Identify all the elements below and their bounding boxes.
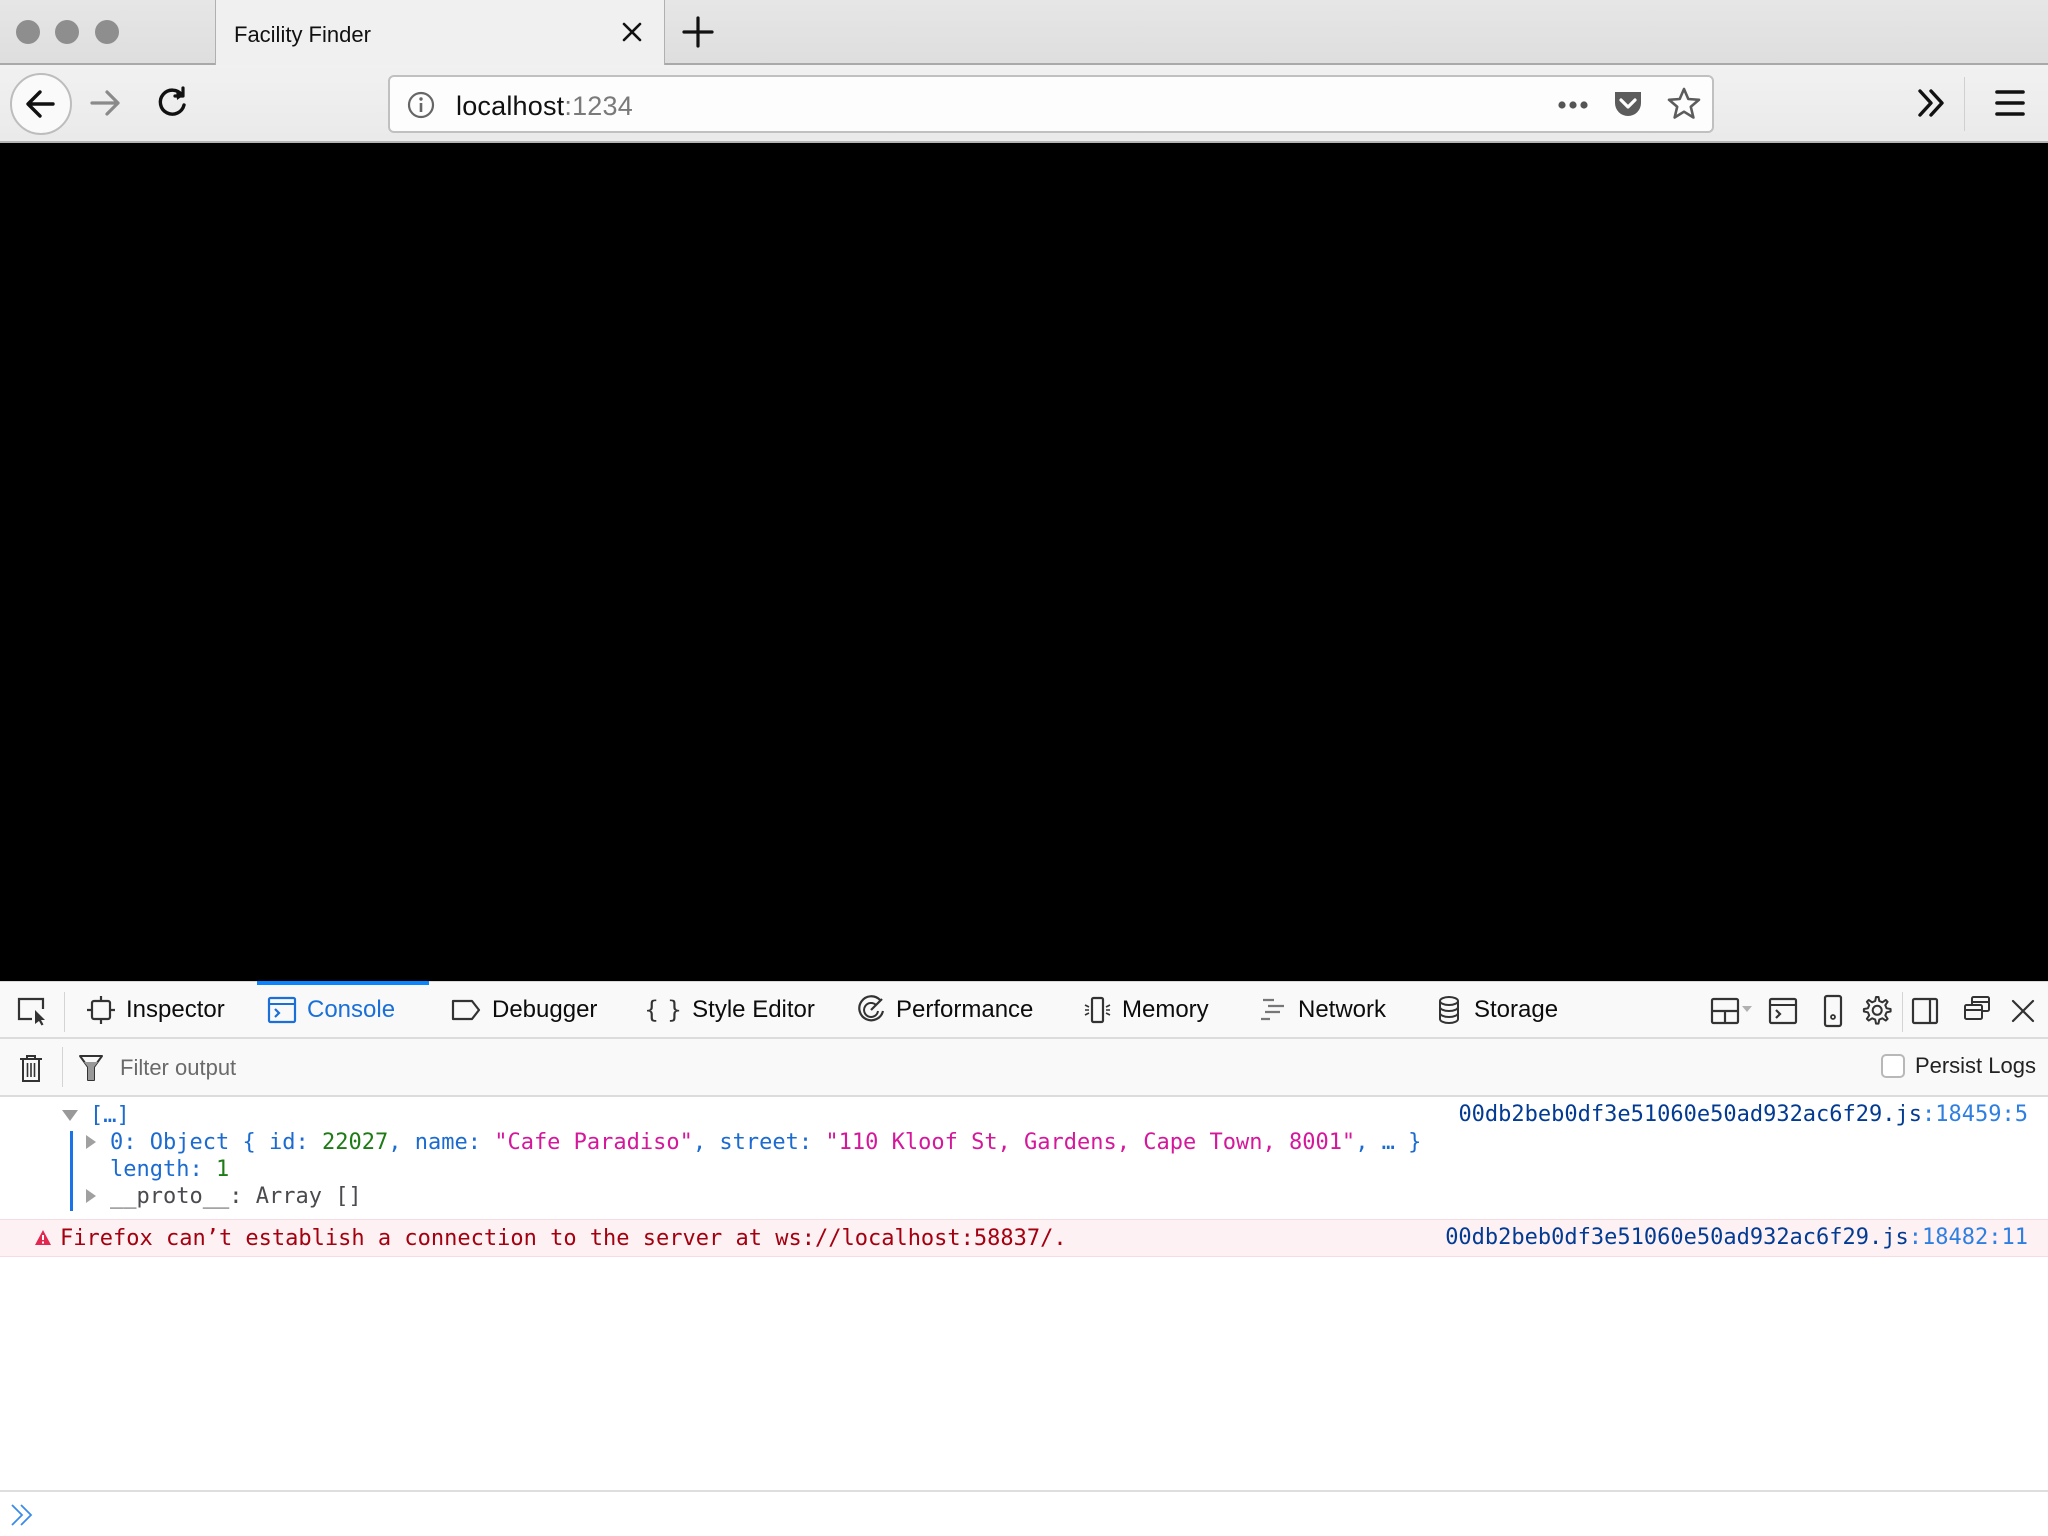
persist-logs-label: Persist Logs [1914, 1053, 2036, 1078]
inspector-icon [87, 996, 115, 1024]
page-actions-icon[interactable] [1556, 92, 1590, 123]
warning-triangle-icon [34, 1228, 52, 1253]
window-close-button[interactable] [16, 20, 40, 44]
tab-strip: Facility Finder [0, 0, 2048, 66]
tab-label: Inspector [126, 996, 225, 1023]
debugger-icon [451, 999, 481, 1021]
toolbar-separator [64, 992, 65, 1032]
tree-indent-guide [70, 1131, 73, 1211]
tab-label: Console [307, 996, 396, 1023]
dock-side-icon[interactable] [1910, 996, 1940, 1031]
persist-logs-toggle[interactable]: Persist Logs [1880, 1053, 2036, 1079]
page-content [0, 143, 2048, 981]
devtools-toolbar: Inspector Console Debugger { } Style Edi… [0, 981, 2048, 1039]
url-text[interactable]: localhost:1234 [456, 91, 633, 122]
pocket-icon[interactable] [1612, 88, 1644, 125]
tab-console[interactable]: Console [257, 981, 429, 1038]
array-length: length: 1 [110, 1157, 230, 1182]
source-link[interactable]: 00db2beb0df3e51060e50ad932ac6f29.js:1848… [1445, 1225, 2028, 1250]
separate-window-icon[interactable] [1962, 994, 1992, 1029]
network-icon [1261, 998, 1284, 1021]
settings-gear-icon[interactable] [1860, 994, 1892, 1031]
memory-icon [1084, 996, 1111, 1024]
toolbar-separator [62, 1047, 63, 1087]
array-summary[interactable]: […] [90, 1102, 130, 1129]
expand-toggle-icon[interactable] [86, 1135, 96, 1149]
storage-icon [1439, 996, 1459, 1024]
source-file: 00db2beb0df3e51060e50ad932ac6f29.js [1458, 1102, 1923, 1127]
source-link[interactable]: 00db2beb0df3e51060e50ad932ac6f29.js:1845… [1458, 1102, 2028, 1127]
clear-console-trash-icon[interactable] [18, 1053, 44, 1088]
arrow-right-icon [90, 90, 120, 116]
overflow-chevron-icon[interactable] [1916, 85, 1948, 126]
source-line: :18459:5 [1922, 1102, 2028, 1127]
tab-inspector[interactable]: Inspector [76, 982, 235, 1038]
window-minimize-button[interactable] [55, 20, 79, 44]
tab-title: Facility Finder [234, 22, 371, 47]
window-zoom-button[interactable] [95, 20, 119, 44]
responsive-design-mode-icon[interactable] [1822, 994, 1844, 1033]
tab-network[interactable]: Network [1248, 982, 1396, 1038]
split-console-layout-icon[interactable] [1710, 996, 1758, 1031]
new-tab-icon[interactable] [680, 14, 716, 50]
braces-icon: { } [644, 996, 683, 1024]
url-bar[interactable]: localhost:1234 [388, 75, 1714, 133]
tab-style-editor[interactable]: { } Style Editor [634, 982, 825, 1038]
tab-memory[interactable]: Memory [1072, 982, 1219, 1038]
source-line: :18482:11 [1908, 1225, 2028, 1250]
arrow-left-icon [26, 90, 55, 118]
split-console-icon[interactable] [1768, 996, 1798, 1031]
tab-performance[interactable]: Performance [846, 982, 1043, 1038]
element-picker-icon[interactable] [16, 996, 48, 1031]
persist-logs-checkbox[interactable] [1880, 1054, 1905, 1078]
url-host: localhost [456, 91, 565, 121]
console-output: […] 00db2beb0df3e51060e50ad932ac6f29.js:… [0, 1097, 2048, 1490]
console-filter-bar: Persist Logs [0, 1039, 2048, 1097]
prompt-chevron-icon [10, 1502, 36, 1533]
error-message: Firefox can’t establish a connection to … [60, 1226, 1067, 1251]
filter-funnel-icon [78, 1053, 104, 1088]
browser-tab[interactable]: Facility Finder [215, 0, 665, 66]
array-entry-0[interactable]: 0: Object { id: 22027, name: "Cafe Parad… [110, 1129, 1421, 1156]
toolbar-separator [1902, 992, 1903, 1032]
navigation-bar: localhost:1234 [0, 65, 2048, 143]
array-proto[interactable]: __proto__: Array [] [110, 1183, 362, 1210]
url-port: :1234 [564, 91, 633, 121]
tab-label: Storage [1474, 996, 1559, 1023]
console-icon [267, 996, 297, 1024]
back-button[interactable] [10, 73, 72, 135]
tab-label: Style Editor [692, 996, 815, 1023]
tab-label: Memory [1122, 996, 1209, 1023]
tab-label: Network [1298, 996, 1387, 1023]
reload-button[interactable] [152, 83, 192, 128]
forward-button[interactable] [86, 83, 126, 128]
performance-icon [858, 995, 885, 1022]
console-input-row [0, 1490, 2048, 1536]
console-message-error: Firefox can’t establish a connection to … [0, 1219, 2048, 1257]
expand-toggle-icon[interactable] [62, 1110, 78, 1121]
reload-icon [158, 86, 186, 116]
filter-output-input[interactable] [120, 1051, 1320, 1085]
tab-label: Performance [896, 996, 1034, 1023]
tab-storage[interactable]: Storage [1424, 982, 1568, 1038]
expand-toggle-icon[interactable] [86, 1189, 96, 1203]
bookmark-star-icon[interactable] [1666, 86, 1702, 127]
tab-debugger[interactable]: Debugger [440, 982, 607, 1038]
menu-hamburger-icon[interactable] [1994, 87, 2026, 124]
console-input[interactable] [50, 1498, 2030, 1532]
site-info-icon[interactable] [406, 90, 436, 125]
toolbar-divider [1964, 77, 1965, 131]
close-devtools-icon[interactable] [2010, 998, 2036, 1029]
source-file: 00db2beb0df3e51060e50ad932ac6f29.js [1445, 1225, 1909, 1250]
tab-label: Debugger [492, 996, 598, 1023]
close-tab-icon[interactable] [618, 18, 646, 46]
